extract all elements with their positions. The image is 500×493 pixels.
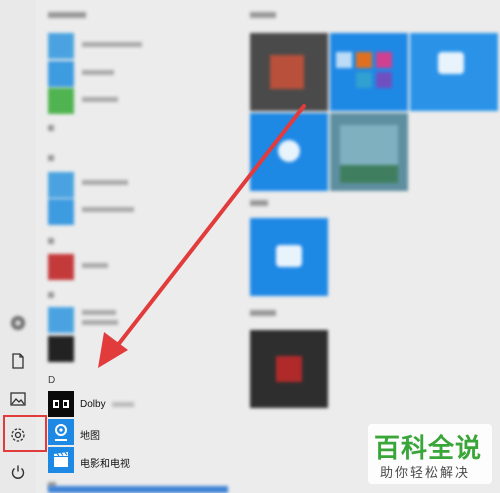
watermark: 百科全说 助你轻松解决 xyxy=(368,424,492,484)
watermark-subtitle: 助你轻松解决 xyxy=(380,466,471,481)
annotation-arrow xyxy=(98,104,306,368)
watermark-title: 百科全说 xyxy=(374,434,483,464)
